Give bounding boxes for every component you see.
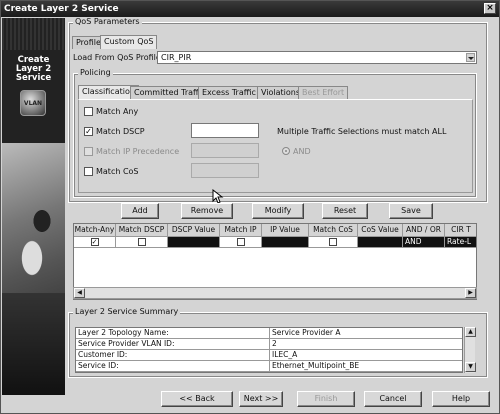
modify-button[interactable]: Modify (252, 203, 304, 219)
policing-legend: Policing (78, 68, 113, 78)
match-ip-cell[interactable] (220, 237, 262, 248)
match-cos-checkbox[interactable] (84, 167, 93, 176)
create-layer2-service-dialog: Create Layer 2 Service × Create Layer 2 … (0, 0, 500, 414)
summary-key: Service ID: (76, 361, 270, 371)
summary-table: Layer 2 Topology Name: Service Provider … (75, 327, 463, 373)
banner-photo (2, 143, 65, 395)
scroll-left-icon[interactable]: ◀ (74, 288, 85, 298)
scroll-right-icon[interactable]: ▶ (465, 288, 476, 298)
next-button[interactable]: Next >> (239, 391, 283, 407)
column-header[interactable]: Match CoS (309, 224, 358, 237)
cir-cell[interactable]: Rate-L (445, 237, 476, 248)
table-row: Customer ID: ILEC_A (76, 350, 462, 361)
match-dscp-label: Match DSCP (96, 127, 145, 136)
column-header[interactable]: Match IP (220, 224, 262, 237)
side-banner: Create Layer 2 Service VLAN (2, 18, 65, 395)
dscp-value-cell[interactable] (168, 237, 220, 248)
add-button[interactable]: Add (121, 203, 159, 219)
summary-key: Service Provider VLAN ID: (76, 339, 270, 349)
and-or-cell[interactable]: AND (403, 237, 445, 248)
summary-key: Customer ID: (76, 350, 270, 360)
ip-value-cell[interactable] (262, 237, 309, 248)
chevron-down-icon[interactable] (466, 53, 475, 62)
match-ip-precedence-label: Match IP Precedence (96, 147, 180, 156)
dscp-value-input[interactable] (191, 123, 259, 138)
row-checkbox[interactable] (137, 238, 146, 246)
banner-title-line: Service (15, 73, 52, 83)
match-any-checkbox[interactable] (84, 107, 93, 116)
column-header[interactable]: CoS Value (358, 224, 403, 237)
column-header[interactable]: AND / OR (403, 224, 445, 237)
tab-custom-qos[interactable]: Custom QoS (100, 35, 158, 49)
scroll-down-icon[interactable]: ▼ (465, 362, 476, 372)
table-row: Layer 2 Topology Name: Service Provider … (76, 328, 462, 339)
match-any-cell[interactable]: ✓ (74, 237, 116, 248)
column-header[interactable]: Match DSCP (116, 224, 168, 237)
table-row: Service ID: Ethernet_Multipoint_BE (76, 361, 462, 372)
row-checkbox[interactable]: ✓ (90, 238, 99, 246)
window-title: Create Layer 2 Service (1, 1, 499, 17)
match-any-label: Match Any (96, 107, 139, 116)
summary-legend: Layer 2 Service Summary (73, 307, 181, 317)
table-row: Service Provider VLAN ID: 2 (76, 339, 462, 350)
subtab-best-effort: Best Effort (298, 86, 349, 99)
column-header[interactable]: Match-Any (74, 224, 116, 237)
match-ip-precedence-checkbox (84, 147, 93, 156)
banner-title: Create Layer 2 Service (4, 56, 63, 83)
finish-button: Finish (297, 391, 355, 407)
reset-button[interactable]: Reset (322, 203, 368, 219)
column-header[interactable]: CIR T (445, 224, 476, 237)
qos-profile-select[interactable]: CIR_PIR (157, 51, 477, 64)
subtab-excess-traffic[interactable]: Excess Traffic (198, 86, 260, 99)
cancel-button[interactable]: Cancel (364, 391, 422, 407)
close-icon[interactable]: × (484, 3, 496, 14)
row-checkbox[interactable] (236, 238, 245, 246)
banner-stripe (2, 18, 65, 50)
scroll-up-icon[interactable]: ▲ (465, 327, 476, 337)
table-row[interactable]: ✓ AND Rate-L (74, 237, 476, 248)
match-dscp-checkbox[interactable]: ✓ (84, 127, 93, 136)
cos-value-input (191, 163, 259, 178)
match-dscp-cell[interactable] (116, 237, 168, 248)
qos-profile-value: CIR_PIR (161, 53, 192, 62)
ip-precedence-input (191, 143, 259, 158)
row-checkbox[interactable] (329, 238, 337, 246)
cos-value-cell[interactable] (358, 237, 403, 248)
column-header[interactable]: IP Value (262, 224, 309, 237)
match-cos-label: Match CoS (96, 167, 139, 176)
table-header: Match-Any Match DSCP DSCP Value Match IP… (74, 224, 476, 237)
summary-value: ILEC_A (272, 350, 298, 359)
match-cos-cell[interactable] (309, 237, 358, 248)
back-button[interactable]: << Back (161, 391, 233, 407)
subtab-violations[interactable]: Violations (257, 86, 305, 99)
load-profile-label: Load From QoS Profile (73, 53, 161, 62)
and-radio (282, 147, 290, 155)
vlan-icon: VLAN (20, 90, 46, 116)
remove-button[interactable]: Remove (181, 203, 233, 219)
summary-key: Layer 2 Topology Name: (76, 328, 270, 338)
summary-value: Ethernet_Multipoint_BE (272, 361, 360, 370)
summary-value: Service Provider A (272, 328, 341, 337)
help-button[interactable]: Help (432, 391, 490, 407)
summary-vertical-scrollbar[interactable]: ▲ ▼ (464, 327, 476, 373)
summary-value: 2 (272, 339, 277, 348)
multi-selection-note: Multiple Traffic Selections must match A… (277, 127, 447, 136)
table-horizontal-scrollbar[interactable]: ◀ ▶ (73, 287, 477, 299)
qos-parameters-legend: QoS Parameters (73, 17, 142, 27)
and-radio-label: AND (293, 147, 311, 156)
column-header[interactable]: DSCP Value (168, 224, 220, 237)
save-button[interactable]: Save (389, 203, 433, 219)
